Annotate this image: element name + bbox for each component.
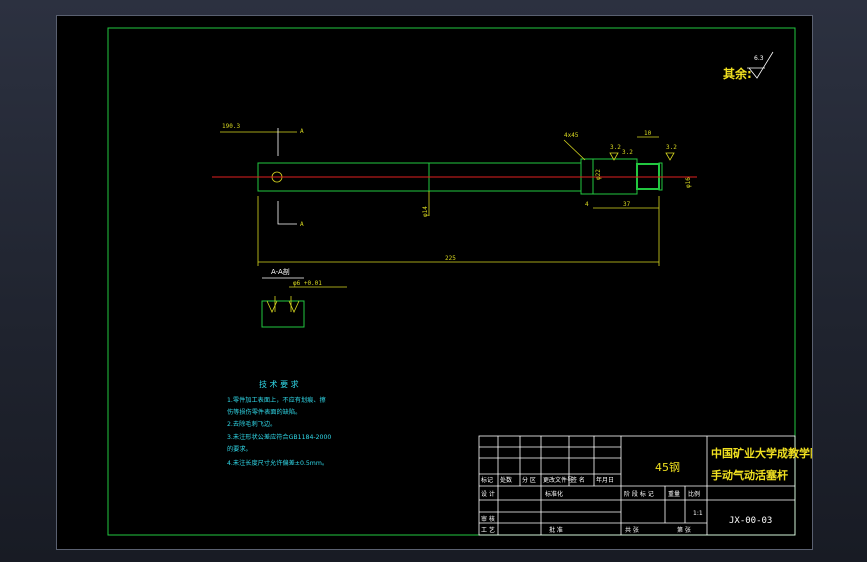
tb-weight: 重量 bbox=[668, 490, 680, 498]
tech-line-6: 4.未注长度尺寸允许偏差±0.5mm。 bbox=[227, 459, 328, 467]
school-name: 中国矿业大学成教学院 bbox=[711, 446, 812, 460]
tb-approve: 批 准 bbox=[549, 526, 563, 534]
dim-chamfer: 4x45 bbox=[564, 132, 579, 139]
dim-4: 4 bbox=[585, 201, 589, 208]
dim-ra1: 3.2 bbox=[610, 144, 621, 151]
section-title: A-A剖 bbox=[271, 267, 290, 276]
cad-drawing: 其余: 6.3 190.3 A A 225 37 4 4x45 3.2 3.2 … bbox=[107, 27, 812, 536]
tech-line-2: 伤等损伤零件表面的缺陷。 bbox=[227, 408, 301, 416]
tech-line-1: 1.零件加工表面上，不应有划痕、擦 bbox=[227, 396, 326, 404]
tb-sheet: 第 张 bbox=[677, 526, 691, 534]
tech-title: 技 术 要 求 bbox=[259, 379, 299, 389]
tb-stage: 阶 段 标 记 bbox=[624, 490, 654, 498]
roughness-value: 6.3 bbox=[754, 55, 764, 62]
tb-h5: 签 名 bbox=[571, 476, 585, 484]
dim-diam-small: φ22 bbox=[595, 169, 602, 180]
tech-line-5: 的要求。 bbox=[227, 445, 252, 453]
section-view: A-A剖 φ6 +0.01 bbox=[261, 267, 347, 328]
tb-h4: 更改文件号 bbox=[543, 476, 573, 484]
tb-sheets: 共 张 bbox=[625, 526, 639, 534]
dim-total: 225 bbox=[445, 255, 456, 262]
dim-ra2: 3.2 bbox=[622, 149, 633, 156]
tb-h1: 标记 bbox=[481, 476, 493, 484]
technical-requirements: 技 术 要 求 1.零件加工表面上，不应有划痕、擦 伤等损伤零件表面的缺陷。 2… bbox=[227, 379, 331, 467]
section-mark-bottom: A bbox=[300, 221, 304, 228]
dim-diam-main: φ14 bbox=[422, 206, 429, 217]
tech-line-3: 2.去除毛刺飞边。 bbox=[227, 420, 276, 428]
title-block: 45钢 中国矿业大学成教学院 手动气动活塞杆 JX-00-03 标记 处数 分 … bbox=[478, 435, 812, 536]
tb-review: 审 核 bbox=[481, 515, 495, 523]
section-tol: φ6 +0.01 bbox=[293, 280, 322, 287]
drawing-number: JX-00-03 bbox=[729, 516, 772, 526]
dim-width: 10 bbox=[644, 130, 652, 137]
dim-190: 190.3 bbox=[222, 123, 240, 130]
dim-ra3: 3.2 bbox=[666, 144, 677, 151]
tb-h6: 年月日 bbox=[596, 476, 614, 484]
tb-design: 设 计 bbox=[481, 490, 495, 498]
tb-scale-label: 比例 bbox=[688, 490, 700, 498]
dim-diam-right: φ16 bbox=[685, 177, 692, 188]
drawing-sheet: 其余: 6.3 190.3 A A 225 37 4 4x45 3.2 3.2 … bbox=[56, 15, 813, 550]
tb-h3: 分 区 bbox=[522, 476, 536, 484]
section-mark-top: A bbox=[300, 128, 304, 135]
tech-line-4: 3.未注形状公差应符合GB1184-2000 bbox=[227, 433, 331, 441]
tb-process: 工 艺 bbox=[481, 526, 495, 534]
drawing-frame bbox=[107, 27, 796, 536]
part-name: 手动气动活塞杆 bbox=[711, 468, 788, 482]
tb-scale: 1:1 bbox=[693, 510, 703, 517]
tb-h2: 处数 bbox=[500, 476, 512, 484]
dim-37: 37 bbox=[623, 201, 631, 208]
material: 45钢 bbox=[655, 461, 680, 474]
tb-standard: 标准化 bbox=[545, 490, 563, 498]
